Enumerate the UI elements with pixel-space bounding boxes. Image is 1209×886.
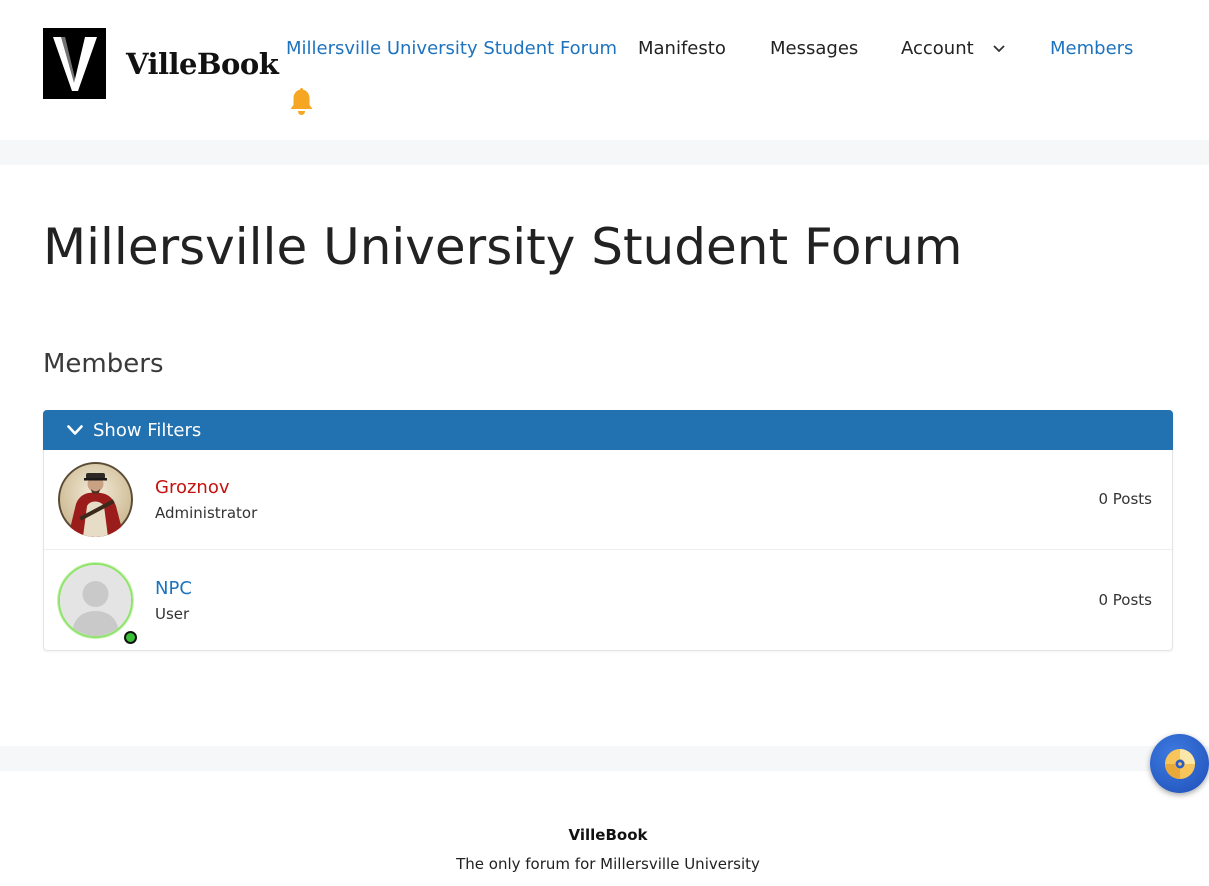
chevron-down-icon bbox=[67, 424, 83, 435]
member-post-count: 0 Posts bbox=[1098, 490, 1152, 508]
chevron-down-icon bbox=[993, 45, 1006, 53]
member-role: Administrator bbox=[155, 504, 258, 522]
site-name: VilleBook bbox=[126, 46, 279, 81]
member-name-link[interactable]: Groznov bbox=[155, 477, 230, 498]
site-logo[interactable]: VilleBook bbox=[43, 28, 279, 99]
members-list: Show Filters Groznov Administrator 0 Pos… bbox=[43, 410, 1173, 651]
bell-icon bbox=[290, 88, 313, 115]
header-divider bbox=[0, 140, 1209, 165]
notifications-button[interactable] bbox=[289, 86, 314, 120]
online-status-indicator bbox=[124, 631, 137, 644]
page-title: Millersville University Student Forum bbox=[43, 218, 963, 276]
member-row: NPC User 0 Posts bbox=[44, 551, 1172, 651]
nav-account[interactable]: Account bbox=[901, 38, 1006, 59]
disc-icon bbox=[1164, 748, 1195, 779]
member-post-count: 0 Posts bbox=[1098, 591, 1152, 609]
logo-mark bbox=[43, 28, 106, 99]
avatar[interactable] bbox=[58, 462, 133, 537]
show-filters-toggle[interactable]: Show Filters bbox=[43, 410, 1173, 450]
footer-tagline: The only forum for Millersville Universi… bbox=[456, 855, 760, 873]
logo-letter-v bbox=[52, 36, 97, 91]
nav-messages[interactable]: Messages bbox=[770, 38, 858, 59]
floating-action-button[interactable] bbox=[1150, 734, 1209, 793]
nav-account-label: Account bbox=[901, 38, 974, 59]
member-role: User bbox=[155, 605, 190, 623]
footer-site-name: VilleBook bbox=[568, 826, 648, 844]
member-name-link[interactable]: NPC bbox=[155, 578, 192, 599]
site-header: VilleBook Millersville University Studen… bbox=[0, 0, 1209, 140]
section-title: Members bbox=[43, 349, 164, 379]
nav-forum[interactable]: Millersville University Student Forum bbox=[286, 38, 617, 59]
nav-members[interactable]: Members bbox=[1050, 38, 1133, 59]
show-filters-label: Show Filters bbox=[93, 419, 202, 441]
default-user-icon bbox=[60, 565, 131, 636]
nav-manifesto[interactable]: Manifesto bbox=[638, 38, 726, 59]
footer-divider bbox=[0, 746, 1209, 771]
member-row: Groznov Administrator 0 Posts bbox=[44, 450, 1172, 550]
avatar[interactable] bbox=[58, 563, 133, 638]
avatar-image bbox=[58, 462, 133, 537]
